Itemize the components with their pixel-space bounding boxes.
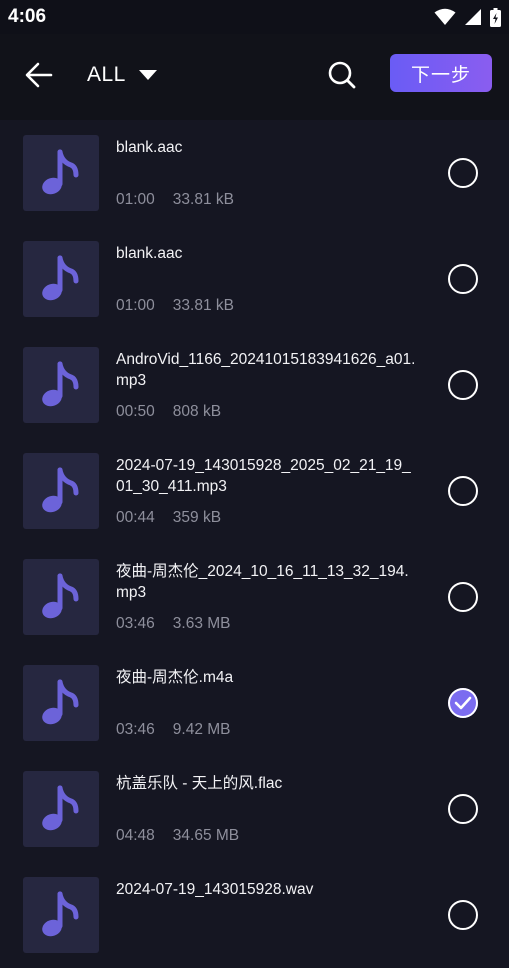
music-note-icon (42, 361, 79, 407)
file-name: 夜曲-周杰伦_2024_10_16_11_13_32_194.mp3 (116, 563, 409, 601)
file-duration: 00:50 (116, 403, 155, 420)
file-name: blank.aac (116, 245, 183, 262)
file-duration: 03:46 (116, 721, 155, 738)
next-step-button[interactable]: 下一步 (390, 54, 492, 92)
wifi-icon (434, 8, 456, 25)
file-thumbnail (23, 347, 99, 423)
file-row[interactable]: blank.aac 01:00 33.81 kB (0, 226, 509, 332)
music-note-icon (42, 467, 79, 513)
music-note-icon (42, 149, 79, 195)
file-size: 9.42 MB (172, 721, 231, 738)
battery-icon (490, 7, 501, 27)
file-thumbnail (23, 241, 99, 317)
file-thumbnail (23, 665, 99, 741)
file-meta: 03:46 3.63 MB (116, 615, 231, 633)
status-icons (434, 7, 501, 27)
caret-down-icon (138, 70, 157, 80)
file-thumbnail (23, 135, 99, 211)
file-meta: 04:48 34.65 MB (116, 827, 239, 845)
file-duration: 03:46 (116, 615, 155, 632)
music-note-icon (42, 255, 79, 301)
filter-dropdown[interactable]: ALL (87, 60, 158, 90)
file-row[interactable]: 2024-07-19_143015928_2025_02_21_19_01_30… (0, 438, 509, 544)
select-radio[interactable] (448, 794, 478, 824)
file-size: 33.81 kB (172, 191, 234, 208)
file-thumbnail (23, 453, 99, 529)
file-thumbnail (23, 771, 99, 847)
file-name: 夜曲-周杰伦.m4a (116, 669, 234, 686)
file-duration: 04:48 (116, 827, 155, 844)
file-thumbnail (23, 877, 99, 953)
file-meta: 00:50 808 kB (116, 403, 221, 421)
file-size: 3.63 MB (172, 615, 231, 632)
file-meta: 01:00 33.81 kB (116, 191, 234, 209)
file-name: blank.aac (116, 139, 183, 156)
file-duration: 00:44 (116, 509, 155, 526)
file-size: 808 kB (172, 403, 222, 420)
select-radio[interactable] (448, 688, 478, 718)
file-thumbnail (23, 559, 99, 635)
select-radio[interactable] (448, 158, 478, 188)
select-radio[interactable] (448, 264, 478, 294)
file-row[interactable]: AndroVid_1166_20241015183941626_a01.mp3 … (0, 332, 509, 438)
music-note-icon (42, 785, 79, 831)
search-button[interactable] (325, 58, 359, 92)
file-row[interactable]: blank.aac 01:00 33.81 kB (0, 120, 509, 226)
select-radio[interactable] (448, 582, 478, 612)
arrow-left-icon (25, 62, 53, 88)
back-button[interactable] (22, 58, 56, 92)
file-name: AndroVid_1166_20241015183941626_a01.mp3 (116, 351, 416, 389)
music-note-icon (42, 679, 79, 725)
music-note-icon (42, 573, 79, 619)
check-icon (454, 696, 472, 710)
signal-icon (465, 9, 481, 25)
file-meta: 00:44 359 kB (116, 509, 221, 527)
file-list: blank.aac 01:00 33.81 kB blank.aac 01:00… (0, 120, 509, 968)
status-bar: 4:06 (0, 0, 509, 34)
select-radio[interactable] (448, 370, 478, 400)
file-size: 359 kB (172, 509, 222, 526)
file-name: 2024-07-19_143015928.wav (116, 881, 314, 898)
filter-label: ALL (87, 63, 126, 86)
music-note-icon (42, 891, 79, 937)
file-duration: 01:00 (116, 297, 155, 314)
status-time: 4:06 (8, 6, 47, 27)
file-row[interactable]: 2024-07-19_143015928.wav (0, 862, 509, 968)
file-row[interactable]: 夜曲-周杰伦.m4a 03:46 9.42 MB (0, 650, 509, 756)
search-icon (328, 61, 356, 89)
file-row[interactable]: 杭盖乐队 - 天上的风.flac 04:48 34.65 MB (0, 756, 509, 862)
file-size: 33.81 kB (172, 297, 234, 314)
file-name: 2024-07-19_143015928_2025_02_21_19_01_30… (116, 457, 411, 495)
file-row[interactable]: 夜曲-周杰伦_2024_10_16_11_13_32_194.mp3 03:46… (0, 544, 509, 650)
file-duration: 01:00 (116, 191, 155, 208)
top-bar: ALL 下一步 (0, 34, 509, 120)
select-radio[interactable] (448, 476, 478, 506)
file-meta: 01:00 33.81 kB (116, 297, 234, 315)
file-size: 34.65 MB (172, 827, 240, 844)
file-meta: 03:46 9.42 MB (116, 721, 231, 739)
file-name: 杭盖乐队 - 天上的风.flac (116, 775, 283, 792)
